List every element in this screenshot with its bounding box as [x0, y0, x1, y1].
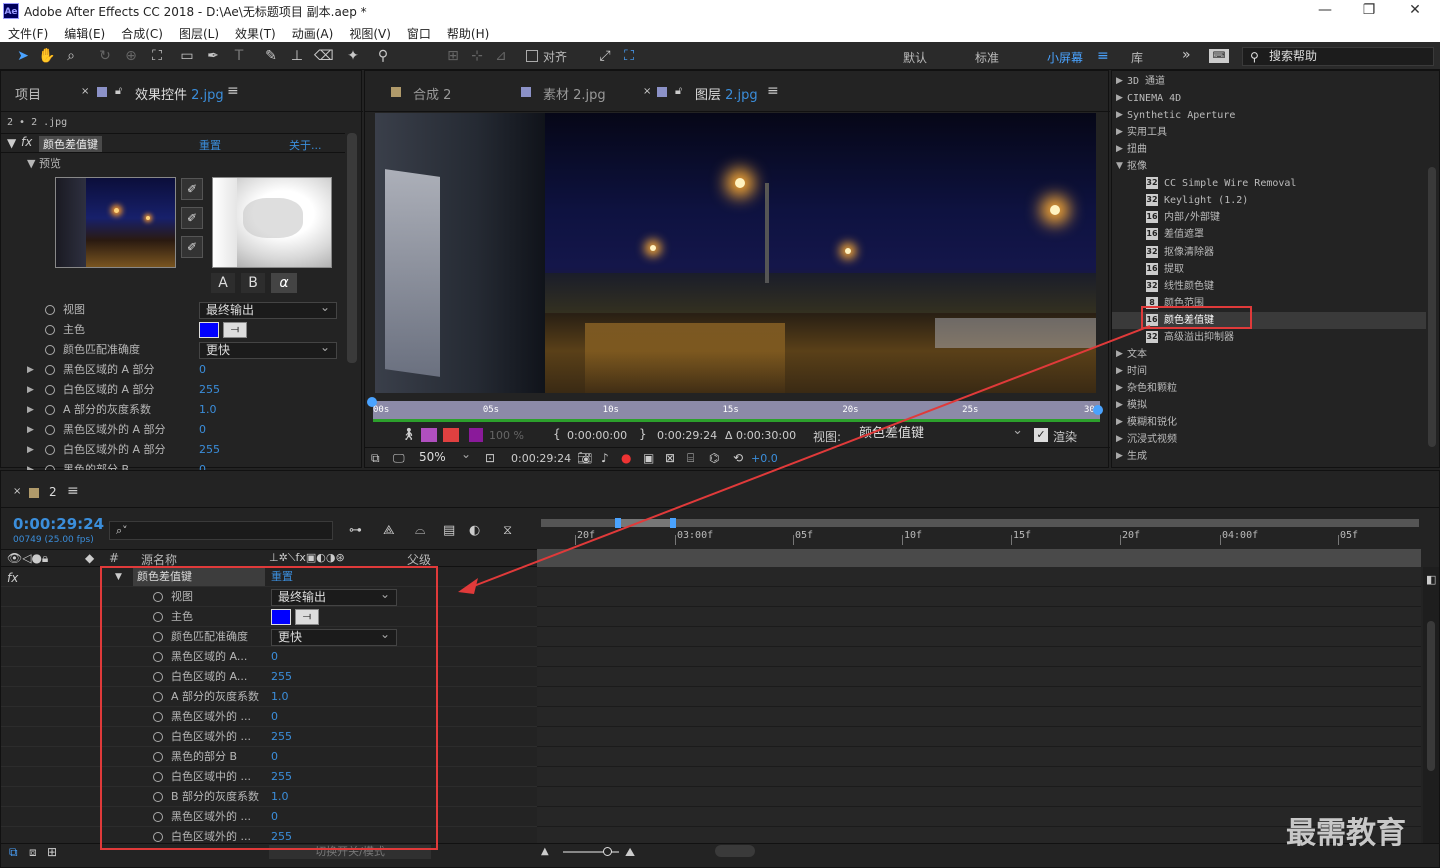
annotation-arrow: [458, 325, 1151, 594]
watermark: 最需教育: [1286, 816, 1406, 851]
